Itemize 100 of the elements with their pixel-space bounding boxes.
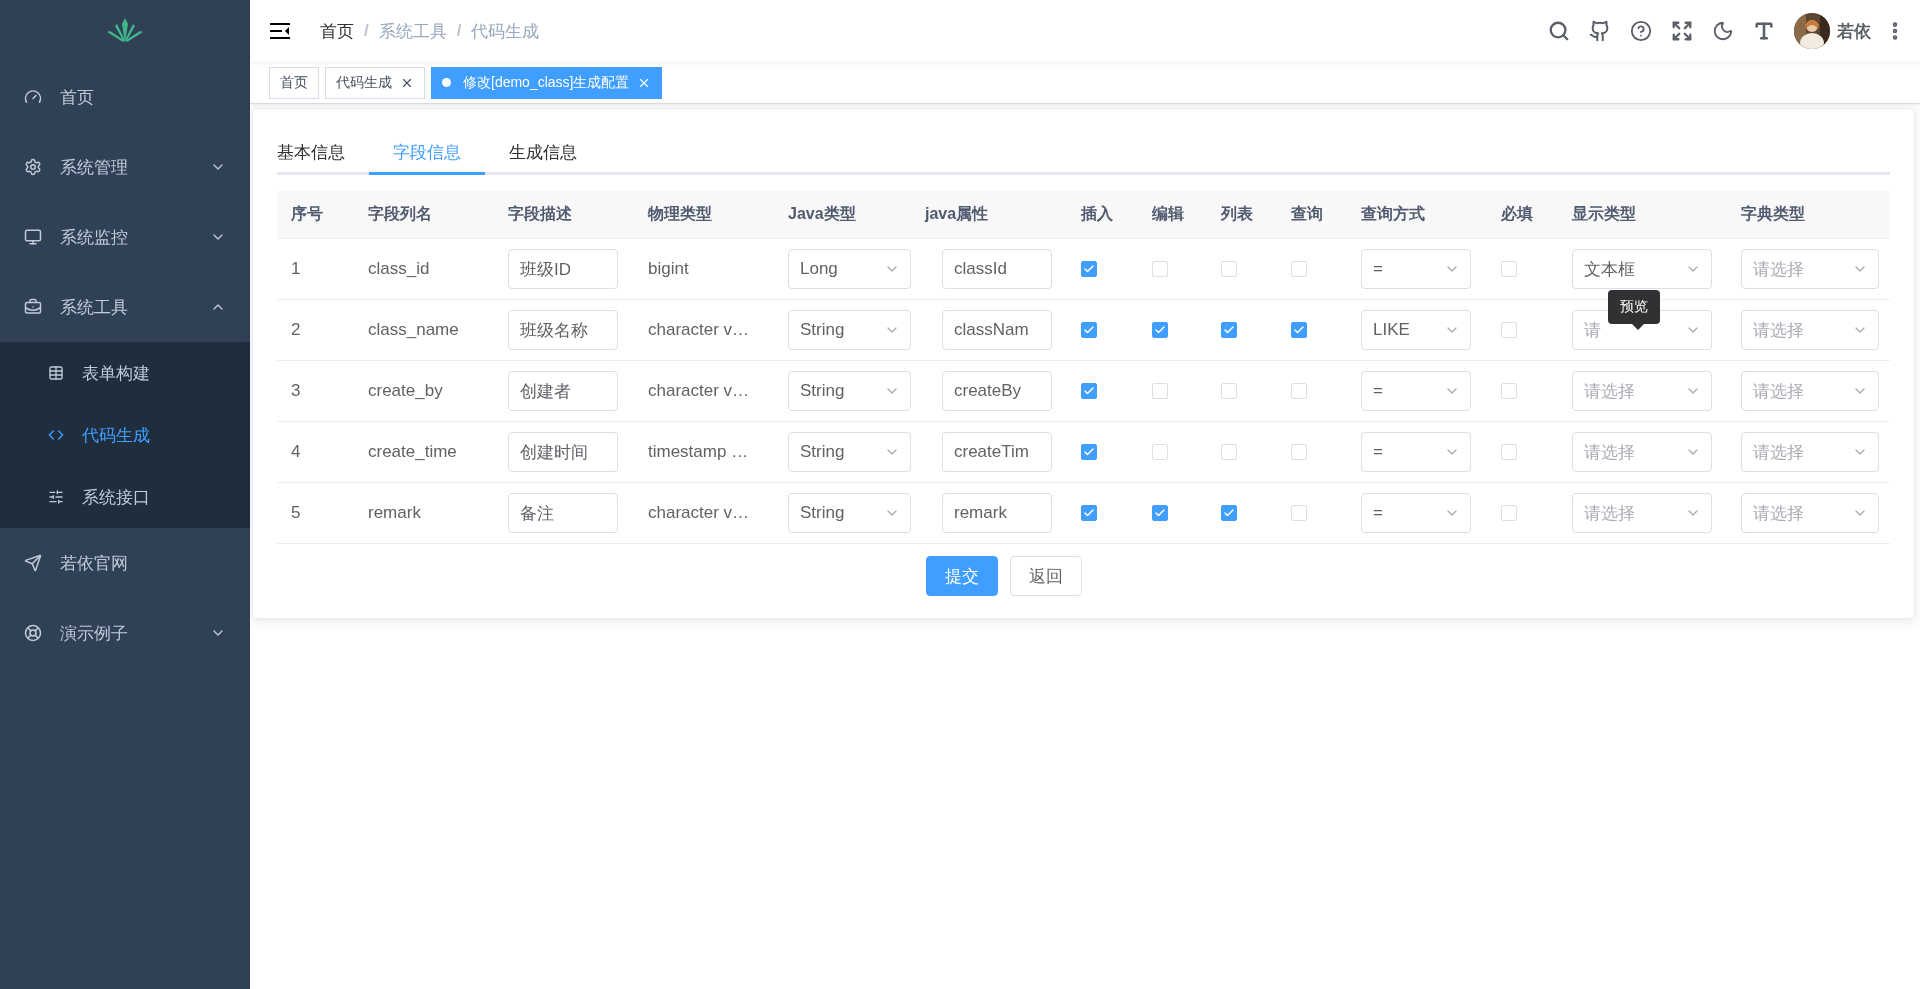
moon-icon[interactable] [1712, 20, 1734, 42]
table-cell: 4 [291, 442, 301, 462]
briefcase-icon [24, 298, 42, 316]
checkbox[interactable] [1081, 322, 1097, 338]
sliders-icon [48, 489, 64, 505]
check-icon [1154, 507, 1166, 519]
menu-icon[interactable] [270, 23, 290, 39]
check-icon [1083, 446, 1095, 458]
tag-label: 代码生成 [336, 73, 392, 92]
tag[interactable]: 代码生成 [325, 66, 425, 99]
table-cell: bigint [648, 259, 689, 279]
check-icon [1223, 324, 1235, 336]
select-field[interactable]: = [1361, 371, 1471, 411]
input-field[interactable]: 创建时间 [508, 432, 618, 472]
select-field[interactable]: = [1361, 249, 1471, 289]
input-field[interactable]: 班级ID [508, 249, 618, 289]
fullscreen-icon[interactable] [1671, 20, 1693, 42]
select-field[interactable]: Long [788, 249, 911, 289]
checkbox[interactable] [1081, 505, 1097, 521]
tag[interactable]: 首页 [269, 66, 319, 99]
input-field[interactable]: classNam [942, 310, 1052, 350]
select-field[interactable]: LIKE [1361, 310, 1471, 350]
menu-item[interactable]: 若依官网 [0, 528, 250, 598]
help-icon[interactable] [1630, 20, 1652, 42]
logo-icon [105, 18, 145, 44]
menu-item[interactable]: 系统工具 [0, 272, 250, 342]
check-icon [1083, 324, 1095, 336]
select-field[interactable]: String [788, 432, 911, 472]
tag-label: 首页 [280, 73, 308, 92]
column-header: 字段列名 [367, 204, 433, 224]
input-field[interactable]: 班级名称 [508, 310, 618, 350]
monitor-icon [24, 228, 42, 246]
check-icon [1083, 263, 1095, 275]
column-header: java属性 [923, 204, 990, 224]
table-cell: 5 [291, 503, 301, 523]
dot-icon [442, 78, 451, 87]
tag-label: 修改[demo_class]生成配置 [463, 73, 630, 92]
input-field[interactable]: 备注 [508, 493, 618, 533]
tab[interactable]: 基本信息 [277, 133, 369, 175]
input-field[interactable]: 创建者 [508, 371, 618, 411]
paper-plane-icon [24, 554, 42, 572]
back-button[interactable]: 返回 [1009, 556, 1082, 596]
gear-icon [24, 158, 42, 176]
user-name[interactable]: 若依 [1837, 19, 1871, 43]
select-field[interactable]: String [788, 493, 911, 533]
input-field[interactable]: createBy [942, 371, 1052, 411]
search-icon[interactable] [1548, 20, 1570, 42]
menu-item[interactable]: 演示例子 [0, 598, 250, 668]
table-cell: timestamp … [648, 442, 749, 462]
menu-item[interactable]: 首页 [0, 62, 250, 132]
select-field[interactable]: = [1361, 432, 1471, 472]
table-cell: 1 [291, 259, 301, 279]
column-header: 编辑 [1151, 204, 1185, 224]
column-header: 查询方式 [1360, 204, 1426, 224]
checkbox[interactable] [1081, 261, 1097, 277]
checkbox[interactable] [1081, 383, 1097, 399]
code-icon [48, 427, 64, 443]
table-cell: create_by [368, 381, 443, 401]
table-cell: character v… [648, 320, 750, 340]
checkbox[interactable] [1221, 505, 1237, 521]
select-field[interactable]: String [788, 310, 911, 350]
input-field[interactable]: createTim [942, 432, 1052, 472]
check-icon [1083, 385, 1095, 397]
tab[interactable]: 生成信息 [485, 133, 601, 175]
check-icon [1083, 507, 1095, 519]
font-size-icon[interactable] [1753, 20, 1775, 42]
select-field[interactable]: 文本框 [1572, 249, 1712, 289]
table-icon [48, 365, 64, 381]
checkbox[interactable] [1081, 444, 1097, 460]
column-header: 显示类型 [1571, 204, 1637, 224]
tooltip: 预览 [1608, 290, 1660, 324]
table-cell: character v… [648, 503, 750, 523]
input-field[interactable]: classId [942, 249, 1052, 289]
checkbox[interactable] [1291, 322, 1307, 338]
column-header: 列表 [1219, 204, 1254, 224]
checkbox[interactable] [1152, 322, 1168, 338]
github-icon[interactable] [1589, 20, 1611, 42]
menu-item[interactable]: 系统监控 [0, 202, 250, 272]
column-header: Java类型 [787, 204, 857, 224]
table-cell: remark [368, 503, 421, 523]
separator: / [364, 21, 369, 41]
input-field[interactable]: remark [942, 493, 1052, 533]
column-header: 字典类型 [1740, 204, 1806, 224]
menu-item[interactable]: 系统管理 [0, 132, 250, 202]
tooltip-arrow [1632, 324, 1644, 330]
column-header: 序号 [290, 204, 324, 224]
breadcrumb-item[interactable]: 首页 [320, 19, 354, 43]
checkbox[interactable] [1221, 322, 1237, 338]
lifebuoy-icon [24, 624, 42, 642]
table-cell: class_id [368, 259, 430, 279]
table-cell: 2 [291, 320, 301, 340]
checkbox[interactable] [1152, 505, 1168, 521]
check-icon [1223, 507, 1235, 519]
column-header: 字段描述 [507, 204, 573, 224]
table-cell: character v… [648, 381, 750, 401]
select-field[interactable]: String [788, 371, 911, 411]
column-header: 物理类型 [647, 204, 713, 224]
table-cell: class_name [368, 320, 459, 340]
select-field[interactable]: = [1361, 493, 1471, 533]
gauge-icon [24, 88, 42, 106]
